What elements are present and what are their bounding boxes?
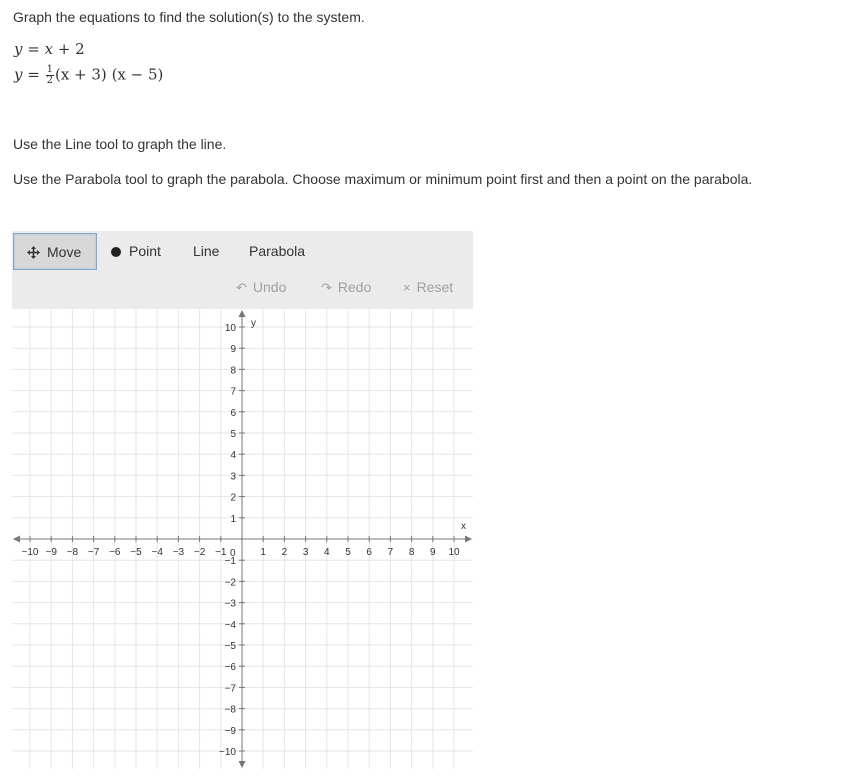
instruction-line: Use the Line tool to graph the line. xyxy=(13,136,227,152)
y-axis-label: y xyxy=(251,318,256,329)
instruction-parabola: Use the Parabola tool to graph the parab… xyxy=(13,171,753,187)
y-tick-label: 9 xyxy=(230,344,236,355)
y-tick-label: 3 xyxy=(230,471,236,482)
y-tick-label: −7 xyxy=(225,683,237,694)
move-arrows-icon xyxy=(27,236,40,273)
y-axis-bottom-arrow xyxy=(238,761,246,768)
x-tick-label: 5 xyxy=(345,547,351,558)
point-dot-icon xyxy=(111,247,121,257)
fraction-denominator: 2 xyxy=(46,75,53,86)
prompt-text: Graph the equations to find the solution… xyxy=(13,9,365,25)
line-tool-label: Line xyxy=(193,243,220,259)
move-tool-label: Move xyxy=(47,244,82,260)
reset-button[interactable]: × Reset xyxy=(403,279,453,295)
x-tick-label: 1 xyxy=(260,547,266,558)
equation-line-lhs: y xyxy=(14,40,23,58)
parabola-tool-button[interactable]: Parabola xyxy=(249,233,317,270)
y-tick-label: −3 xyxy=(225,599,237,610)
reset-label: Reset xyxy=(416,279,454,295)
equation-parabola-factor1: (x + 3) xyxy=(54,65,107,84)
y-tick-label: −6 xyxy=(225,662,237,673)
x-tick-label: 7 xyxy=(388,547,394,558)
x-tick-label: −10 xyxy=(22,547,39,558)
axes xyxy=(13,310,472,768)
redo-button[interactable]: ↷ Redo xyxy=(321,279,371,296)
x-tick-label: −4 xyxy=(151,547,163,558)
y-tick-label: −5 xyxy=(225,641,237,652)
origin-label: 0 xyxy=(230,548,236,559)
graphing-widget: Move Point Line Parabola ↶ Undo ↷ Redo × Re… xyxy=(12,231,473,769)
equation-line-rest: + 2 xyxy=(57,40,85,58)
y-tick-label: −10 xyxy=(219,747,236,758)
x-tick-label: 8 xyxy=(409,547,415,558)
line-tool-button[interactable]: Line xyxy=(193,233,229,270)
reset-x-icon: × xyxy=(403,280,411,295)
toolbar: Move Point Line Parabola ↶ Undo ↷ Redo × Re… xyxy=(12,231,473,309)
x-tick-label: −6 xyxy=(109,547,121,558)
y-tick-label: −2 xyxy=(225,577,237,588)
x-tick-label: −5 xyxy=(130,547,142,558)
y-tick-label: 6 xyxy=(230,408,236,419)
redo-label: Redo xyxy=(337,279,372,295)
x-tick-label: 9 xyxy=(430,547,436,558)
x-tick-label: 4 xyxy=(324,547,330,558)
equation-parabola: y = 1 2 (x + 3) (x − 5) xyxy=(14,64,164,86)
x-axis-right-arrow xyxy=(465,535,472,543)
point-tool-button[interactable]: Point xyxy=(111,233,173,270)
undo-button[interactable]: ↶ Undo xyxy=(236,279,286,296)
y-tick-label: 4 xyxy=(230,450,236,461)
x-tick-label: −7 xyxy=(88,547,100,558)
y-tick-label: −8 xyxy=(225,705,237,716)
undo-arrow-icon: ↶ xyxy=(236,280,247,295)
x-axis-left-arrow xyxy=(13,535,20,543)
y-tick-label: 5 xyxy=(230,429,236,440)
equation-parabola-factor2: (x − 5) xyxy=(111,65,164,84)
graph-canvas[interactable]: −10 −9 −8 −7 −6 −5 −4 −3 −2 −1 1 2 3 4 5 6 7 8 9 1010987654… xyxy=(12,309,473,769)
equation-parabola-fraction: 1 2 xyxy=(45,65,54,86)
move-tool-button[interactable]: Move xyxy=(13,233,97,270)
x-tick-label: −3 xyxy=(173,547,185,558)
y-tick-label: −9 xyxy=(225,726,237,737)
x-tick-label: 3 xyxy=(303,547,309,558)
y-tick-label: −4 xyxy=(225,620,237,631)
equation-parabola-lhs: y xyxy=(14,65,23,84)
undo-label: Undo xyxy=(252,279,287,295)
x-tick-label: −2 xyxy=(194,547,206,558)
x-tick-label: 6 xyxy=(366,547,372,558)
x-tick-label: −9 xyxy=(45,547,57,558)
x-tick-label: 2 xyxy=(282,547,288,558)
equation-line-var: x xyxy=(44,40,54,58)
y-axis-top-arrow xyxy=(238,310,246,317)
y-tick-label: 2 xyxy=(230,493,236,504)
y-tick-label: 1 xyxy=(230,514,236,525)
redo-arrow-icon: ↷ xyxy=(321,280,332,295)
parabola-tool-label: Parabola xyxy=(249,243,306,259)
x-tick-label: 10 xyxy=(448,547,460,558)
y-tick-label: 8 xyxy=(230,365,236,376)
equation-line: y = x + 2 xyxy=(14,40,85,58)
y-tick-label: 10 xyxy=(225,323,237,334)
point-tool-label: Point xyxy=(129,243,161,259)
x-axis-label: x xyxy=(461,521,466,532)
tick-labels: −10 −9 −8 −7 −6 −5 −4 −3 −2 −1 1 2 3 4 5 6 7 8 9 1010987654… xyxy=(22,323,460,758)
x-tick-label: −8 xyxy=(67,547,79,558)
y-tick-label: 7 xyxy=(230,387,236,398)
